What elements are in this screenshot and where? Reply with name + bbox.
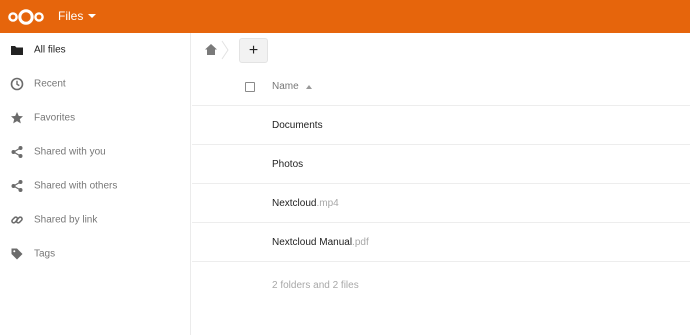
file-row-nextcloud-mp4[interactable]: Nextcloud.mp4: [192, 184, 690, 223]
file-basename: Photos: [272, 159, 304, 170]
sidebar-item-all-files[interactable]: All files: [0, 33, 190, 67]
file-basename: Nextcloud Manual: [272, 237, 353, 248]
sidebar: All files Recent Favorites Shared with y…: [0, 33, 191, 335]
sidebar-item-label: Shared with others: [34, 180, 118, 192]
clock-icon: [10, 77, 24, 91]
nextcloud-logo-icon[interactable]: [6, 6, 46, 28]
file-summary: 2 folders and 2 files: [272, 280, 359, 291]
sidebar-item-label: Favorites: [34, 112, 76, 124]
sidebar-item-label: Recent: [34, 78, 66, 90]
share-icon: [11, 146, 23, 158]
file-row-documents[interactable]: Documents: [192, 106, 690, 145]
tag-icon: [11, 248, 23, 260]
sidebar-item-shared-by-link[interactable]: Shared by link: [0, 203, 190, 237]
app-header: Files: [0, 0, 690, 33]
file-row-nextcloud-manual-pdf[interactable]: Nextcloud Manual.pdf: [192, 223, 690, 262]
file-name: Nextcloud.mp4: [272, 198, 339, 209]
breadcrumb-separator-icon: [221, 40, 229, 60]
home-icon[interactable]: [204, 43, 218, 56]
sidebar-item-recent[interactable]: Recent: [0, 67, 190, 101]
star-icon: [11, 112, 23, 124]
file-row-photos[interactable]: Photos: [192, 145, 690, 184]
sidebar-item-tags[interactable]: Tags: [0, 237, 190, 271]
caret-down-icon: [88, 14, 97, 18]
file-list-area: + Name Documents Photos Nextcloud.mp4 Ne…: [192, 33, 690, 335]
file-name: Nextcloud Manual.pdf: [272, 237, 369, 248]
sidebar-item-label: Shared by link: [34, 214, 98, 226]
sort-ascending-icon: [305, 84, 312, 89]
sidebar-item-label: All files: [34, 44, 66, 56]
sidebar-item-favorites[interactable]: Favorites: [0, 101, 190, 135]
file-extension: .mp4: [316, 198, 339, 209]
file-list-header: Name: [192, 67, 690, 106]
column-header-name: Name: [272, 81, 299, 92]
share-icon: [11, 180, 23, 192]
sidebar-item-label: Tags: [34, 248, 56, 260]
file-basename: Nextcloud: [272, 198, 317, 209]
file-basename: Documents: [272, 120, 323, 131]
file-extension: .pdf: [352, 237, 369, 248]
file-name: Photos: [272, 159, 303, 170]
name-column-sort[interactable]: Name: [272, 81, 312, 92]
folder-icon: [11, 46, 23, 55]
app-title: Files: [58, 9, 84, 23]
sidebar-item-label: Shared with you: [34, 146, 106, 158]
file-name: Documents: [272, 120, 323, 131]
new-button[interactable]: +: [239, 38, 268, 63]
controls-bar: +: [192, 33, 690, 67]
sidebar-item-shared-with-you[interactable]: Shared with you: [0, 135, 190, 169]
sidebar-item-shared-with-others[interactable]: Shared with others: [0, 169, 190, 203]
link-icon: [11, 216, 23, 224]
select-all-checkbox[interactable]: [245, 82, 255, 92]
app-menu-button[interactable]: Files: [58, 9, 97, 23]
